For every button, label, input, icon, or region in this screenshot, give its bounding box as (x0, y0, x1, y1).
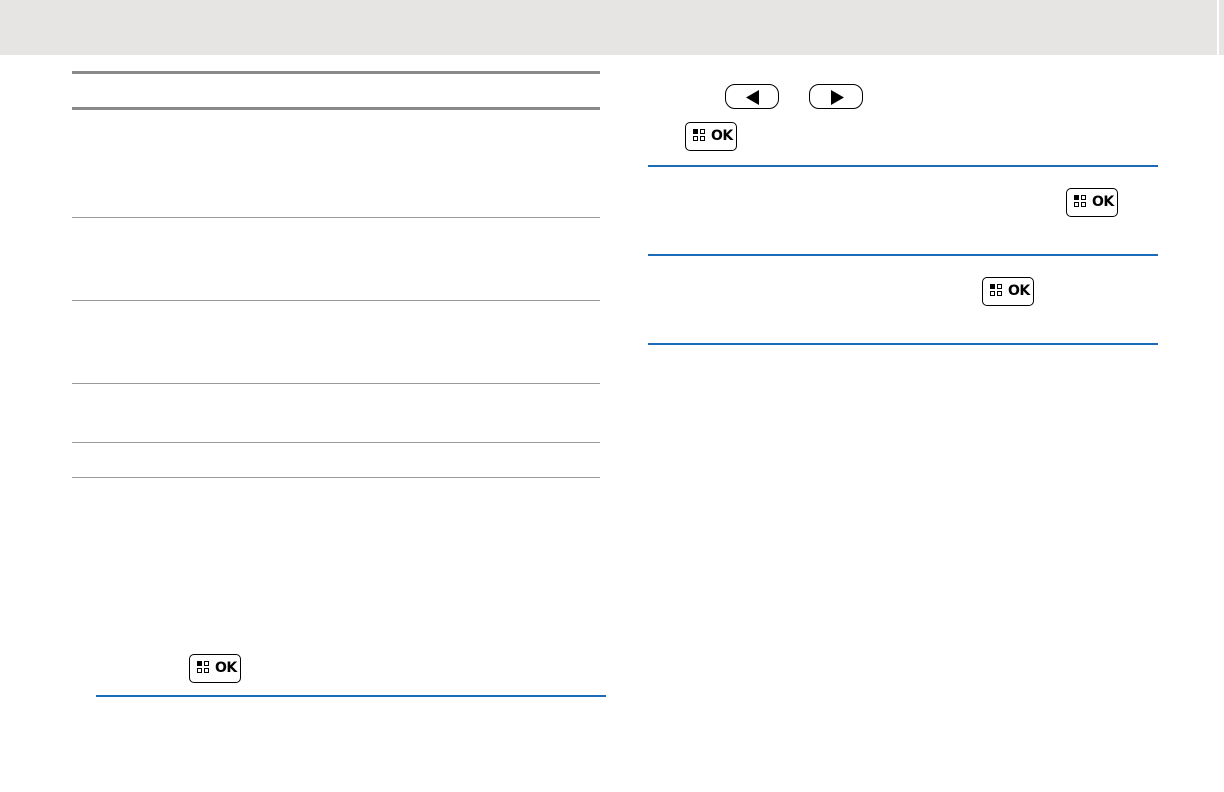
menu-ok-key-label: OK (1008, 283, 1030, 299)
table-row-rule (72, 300, 600, 301)
table-header-rule (72, 107, 600, 110)
procedure-end-rule (96, 695, 606, 697)
page-header-bar (0, 0, 1224, 55)
procedure-end-rule (648, 343, 1158, 345)
table-row-rule (72, 442, 600, 443)
menu-ok-key-label: OK (1092, 194, 1114, 210)
menu-ok-key-label: OK (215, 660, 237, 676)
table-row-rule (72, 217, 600, 218)
menu-ok-key-label: OK (711, 128, 733, 144)
procedure-step-rule (648, 254, 1158, 256)
menu-ok-key-icon: OK (685, 122, 737, 151)
menu-ok-key-icon: OK (189, 654, 241, 683)
menu-ok-key-icon: OK (982, 277, 1034, 306)
left-arrow-key-icon (725, 84, 779, 109)
table-top-rule (72, 71, 600, 74)
table-row-rule (72, 383, 600, 384)
right-arrow-key-icon (809, 84, 863, 109)
page-divider (1217, 0, 1219, 55)
table-bottom-rule (72, 477, 600, 478)
menu-ok-key-icon: OK (1066, 188, 1118, 217)
procedure-step-rule (648, 165, 1158, 167)
